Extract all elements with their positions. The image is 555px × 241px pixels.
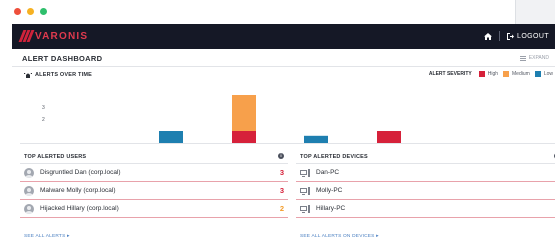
navbar-actions: LOGOUT [484, 31, 549, 41]
alarm-icon [24, 73, 32, 78]
y-tick-label: 2 [42, 117, 45, 123]
home-icon[interactable] [484, 32, 493, 40]
see-all-alerts-link[interactable]: SEE ALL ALERTS ▸ [24, 234, 70, 239]
user-avatar-icon [24, 168, 34, 178]
user-avatar-icon [24, 186, 34, 196]
legend-item-low[interactable]: Low [534, 71, 553, 77]
logout-button[interactable]: LOGOUT [507, 32, 549, 40]
legend-text-medium: Medium [512, 71, 530, 77]
devices-panel-title: TOP ALERTED DEVICES [300, 154, 368, 160]
legend-swatch-low [534, 71, 541, 77]
expand-icon [519, 55, 526, 61]
expand-button[interactable]: EXPAND [519, 55, 549, 61]
chart-legend: ALERT SEVERITY High Medium Low [429, 71, 553, 77]
chart-header: ALERTS OVER TIME ALERT SEVERITY High Med… [20, 69, 555, 83]
dashboard-header: ALERT DASHBOARD EXPAND [12, 49, 555, 67]
dashboard-main: ALERT DASHBOARD EXPAND ALERTS OVER TIME … [12, 49, 555, 241]
page-title: ALERT DASHBOARD [22, 54, 103, 63]
legend-swatch-medium [503, 71, 510, 77]
expand-label: EXPAND [528, 55, 549, 61]
device-name[interactable]: Hillary-PC [316, 205, 345, 212]
close-window-dot[interactable] [14, 8, 21, 15]
top-alerted-users-panel: TOP ALERTED USERS i Disgruntled Dan (cor… [20, 150, 288, 241]
bar-high[interactable] [377, 131, 401, 143]
minimize-window-dot[interactable] [27, 8, 34, 15]
navbar-divider [499, 31, 501, 41]
logo-text: VARONIS [35, 30, 89, 42]
device-row[interactable]: Dan-PC 3 [296, 164, 555, 182]
bar-low[interactable] [159, 131, 183, 143]
window-chrome [0, 0, 555, 24]
logo-mark-icon [18, 30, 35, 42]
user-row[interactable]: Disgruntled Dan (corp.local) 3 [20, 164, 288, 182]
legend-text-low: Low [543, 71, 553, 77]
user-name[interactable]: Hijacked Hillary (corp.local) [40, 205, 119, 212]
window-controls [14, 8, 47, 15]
legend-item-high[interactable]: High [478, 71, 499, 77]
legend-label: ALERT SEVERITY [428, 71, 472, 77]
see-all-alerts-on-devices-link[interactable]: SEE ALL ALERTS ON DEVICES ▸ [300, 234, 379, 239]
alerts-over-time-card: ALERTS OVER TIME ALERT SEVERITY High Med… [20, 69, 555, 147]
devices-panel-header: TOP ALERTED DEVICES i [296, 150, 555, 164]
bar-high[interactable] [232, 131, 256, 143]
computer-icon [300, 186, 310, 196]
legend-text-high: High [487, 71, 499, 77]
device-row[interactable]: Hillary-PC 2 [296, 200, 555, 218]
varonis-logo[interactable]: VARONIS [18, 30, 89, 42]
device-row[interactable]: Molly-PC 3 [296, 182, 555, 200]
top-navbar: VARONIS LOGOUT [12, 24, 555, 49]
computer-icon [300, 204, 310, 214]
user-alert-count: 3 [279, 168, 284, 177]
maximize-window-dot[interactable] [40, 8, 47, 15]
users-panel-header: TOP ALERTED USERS i [20, 150, 288, 164]
user-alert-count: 3 [279, 186, 284, 195]
alerts-chart: 32 [20, 95, 555, 144]
chart-title-text: ALERTS OVER TIME [35, 72, 92, 78]
window-side-panel [515, 0, 555, 24]
device-name[interactable]: Molly-PC [316, 187, 342, 194]
logout-label: LOGOUT [517, 32, 549, 40]
info-icon[interactable]: i [278, 153, 284, 159]
user-row[interactable]: Malware Molly (corp.local) 3 [20, 182, 288, 200]
users-panel-title: TOP ALERTED USERS [24, 154, 87, 160]
y-tick-label: 3 [42, 105, 45, 111]
user-alert-count: 2 [279, 204, 284, 213]
bar-medium[interactable] [232, 95, 256, 131]
legend-swatch-high [478, 71, 485, 77]
user-name[interactable]: Malware Molly (corp.local) [40, 187, 116, 194]
legend-item-medium[interactable]: Medium [503, 71, 530, 77]
logout-icon [507, 32, 515, 40]
top-alerted-devices-panel: TOP ALERTED DEVICES i Dan-PC 3 Molly-PC … [296, 150, 555, 241]
user-name[interactable]: Disgruntled Dan (corp.local) [40, 169, 121, 176]
user-row[interactable]: Hijacked Hillary (corp.local) 2 [20, 200, 288, 218]
user-avatar-icon [24, 204, 34, 214]
computer-icon [300, 168, 310, 178]
chart-title: ALERTS OVER TIME [24, 72, 92, 78]
bar-low[interactable] [304, 135, 328, 143]
device-name[interactable]: Dan-PC [316, 169, 339, 176]
